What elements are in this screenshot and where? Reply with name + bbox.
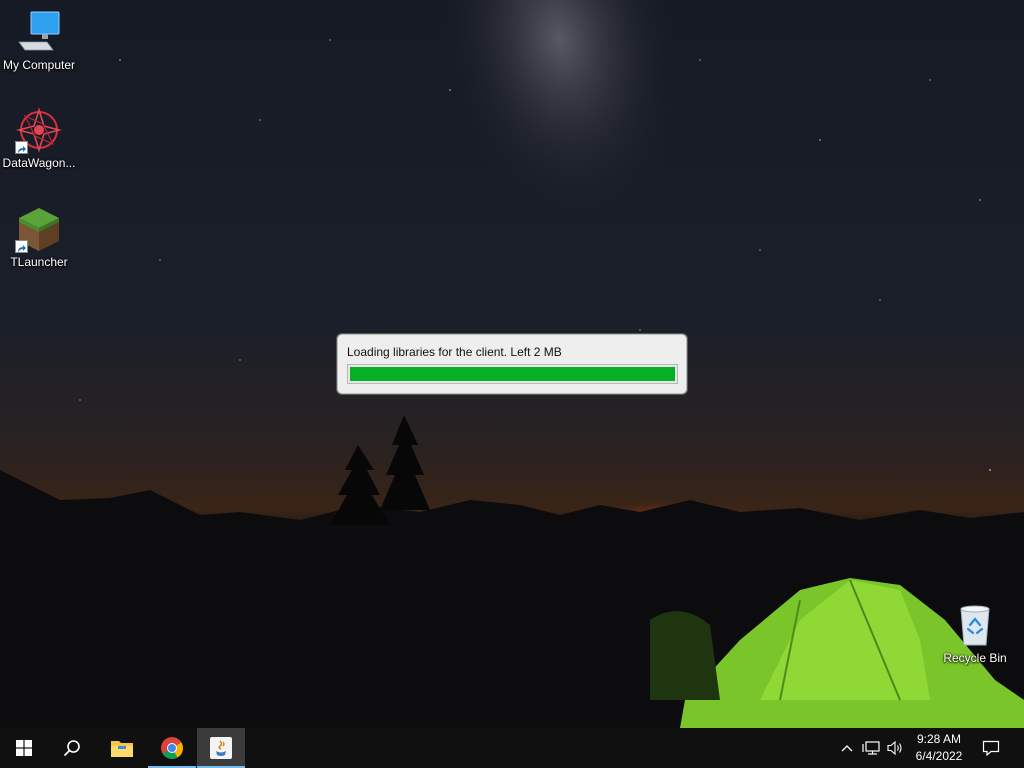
desktop-icon-label: Recycle Bin	[943, 651, 1007, 665]
desktop-icon-recycle-bin[interactable]: Recycle Bin	[936, 601, 1014, 666]
progress-bar	[347, 364, 678, 384]
taskbar-file-explorer[interactable]	[98, 728, 146, 768]
clock-date: 6/4/2022	[915, 749, 963, 763]
progress-bar-fill	[350, 367, 675, 381]
taskbar-java-app[interactable]	[197, 728, 245, 768]
notifications-icon	[982, 740, 1000, 756]
network-icon	[862, 741, 880, 755]
file-explorer-icon	[111, 741, 133, 757]
action-center-button[interactable]	[978, 728, 1004, 768]
taskbar-chrome[interactable]	[148, 728, 196, 768]
show-hidden-icons-button[interactable]	[838, 728, 856, 768]
chrome-icon	[161, 737, 183, 759]
desktop-icon-label: DataWagon...	[2, 156, 76, 170]
desktop-icon-tlauncher[interactable]: TLauncher	[0, 205, 78, 270]
chevron-up-icon	[841, 745, 853, 752]
start-button[interactable]	[0, 728, 48, 768]
windows-start-icon	[16, 740, 32, 756]
loading-dialog: Loading libraries for the client. Left 2…	[337, 334, 687, 394]
search-icon	[63, 740, 80, 757]
volume-icon	[887, 740, 902, 756]
shortcut-arrow-icon	[15, 141, 28, 154]
search-button[interactable]	[48, 728, 96, 768]
taskbar: 9:28 AM 6/4/2022	[0, 728, 1024, 768]
computer-icon	[15, 8, 63, 56]
java-icon	[210, 737, 232, 759]
desktop-icon-my-computer[interactable]: My Computer	[0, 8, 78, 73]
volume-button[interactable]	[884, 728, 906, 768]
desktop-icon-label: My Computer	[2, 58, 76, 72]
desktop-icon-datawagon[interactable]: DataWagon...	[0, 106, 78, 171]
shortcut-arrow-icon	[15, 240, 28, 253]
grass-block-icon	[15, 205, 63, 253]
datawagon-icon	[15, 106, 63, 154]
desktop-icon-label: TLauncher	[10, 255, 68, 269]
clock-time: 9:28 AM	[916, 732, 962, 746]
network-button[interactable]	[860, 728, 882, 768]
clock[interactable]: 9:28 AM 6/4/2022	[906, 728, 972, 768]
recycle-bin-icon	[951, 601, 999, 649]
loading-message: Loading libraries for the client. Left 2…	[347, 345, 562, 359]
